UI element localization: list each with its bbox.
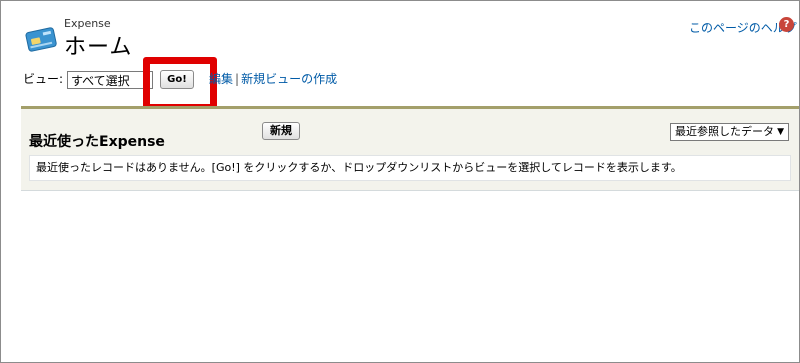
create-new-view-link[interactable]: 新規ビューの作成: [241, 72, 337, 86]
panel-title: 最近使ったExpense: [29, 134, 165, 150]
recent-items-panel: 最近使ったExpense 新規 最近参照したデータ ▼ 最近使ったレコードはあり…: [21, 106, 799, 191]
new-button[interactable]: 新規: [262, 122, 300, 140]
edit-view-link[interactable]: 編集: [209, 72, 233, 86]
chevron-down-icon: ▼: [777, 127, 784, 137]
empty-message: 最近使ったレコードはありません。[Go!] をクリックするか、ドロップダウンリス…: [29, 155, 791, 181]
view-links: 編集 | 新規ビューの作成: [209, 70, 337, 87]
page-title: ホーム: [64, 35, 133, 60]
go-button[interactable]: Go!: [160, 70, 194, 89]
view-label: ビュー:: [23, 72, 64, 86]
help-icon[interactable]: ?: [779, 17, 794, 32]
recent-items-select-value: 最近参照したデータ: [675, 125, 774, 138]
recent-items-select[interactable]: 最近参照したデータ ▼: [670, 123, 789, 141]
credit-card-icon: [24, 22, 58, 56]
link-separator: |: [235, 72, 240, 86]
view-select[interactable]: すべて選択: [67, 71, 153, 89]
page-frame: Expense ホーム このページのヘルプ ? ビュー: すべて選択 Go! 編…: [0, 0, 800, 363]
